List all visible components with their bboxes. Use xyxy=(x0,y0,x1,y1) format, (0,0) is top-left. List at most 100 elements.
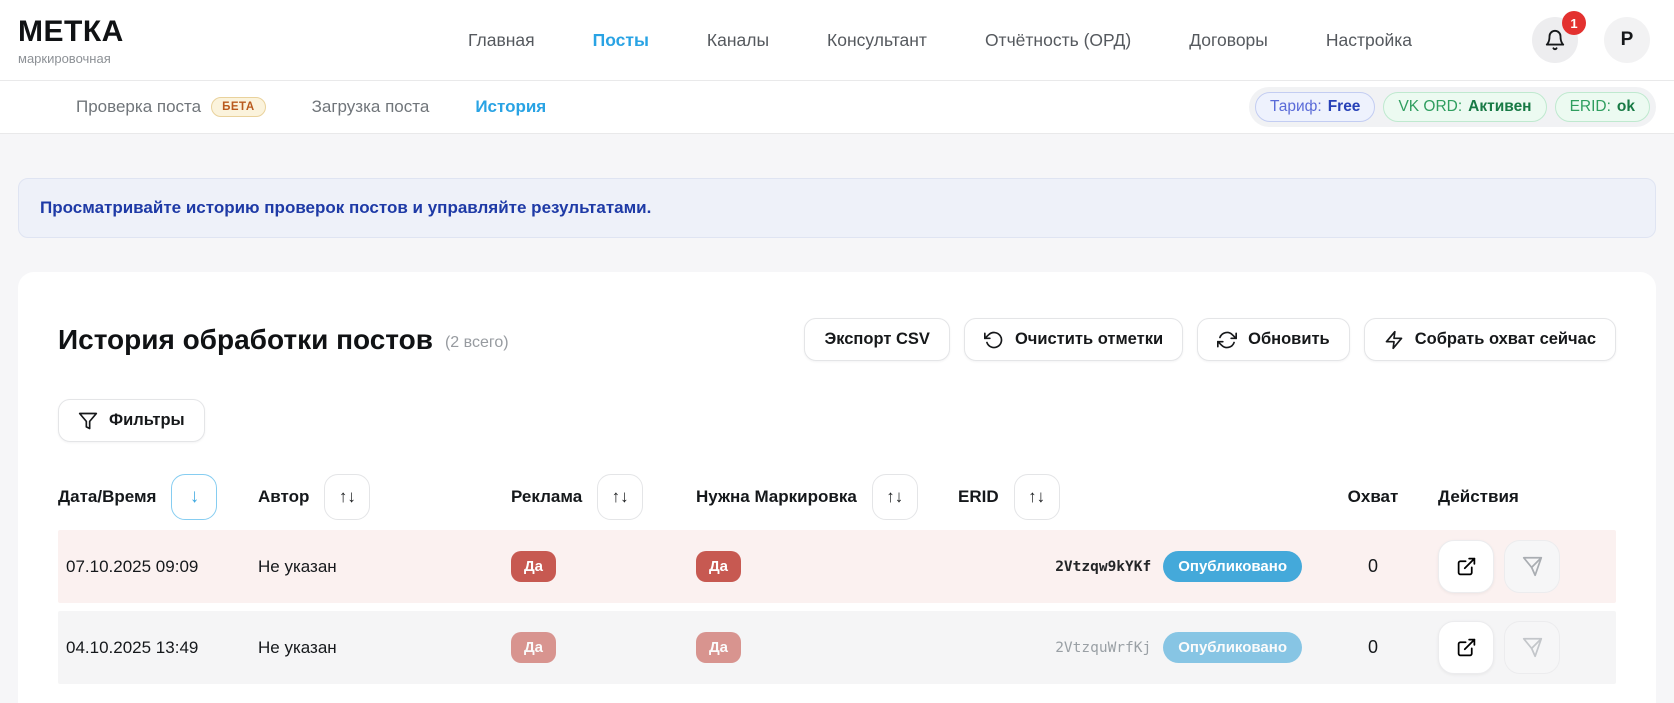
brand-logo[interactable]: МЕТКА маркировочная xyxy=(18,15,218,66)
erid-code: 2Vtzqw9kYKf xyxy=(1055,559,1151,575)
tab-post-upload[interactable]: Загрузка поста xyxy=(312,97,430,117)
table-row[interactable]: 04.10.2025 13:49 Не указан Да Да 2VtzquW… xyxy=(58,611,1616,684)
total-count-note: (2 всего) xyxy=(445,334,509,352)
col-header-actions: Действия xyxy=(1438,487,1616,507)
status-badge: Опубликовано xyxy=(1163,551,1302,582)
col-erid-label: ERID xyxy=(958,487,999,507)
status-pills: Тариф: Free VK ORD: Активен ERID: ok xyxy=(1249,87,1656,127)
filter-icon xyxy=(78,411,98,431)
col-header-ads: Реклама ↑↓ xyxy=(511,474,696,520)
row-author: Не указан xyxy=(258,638,511,658)
avatar[interactable]: P xyxy=(1604,17,1650,63)
sort-button-erid[interactable]: ↑↓ xyxy=(1014,474,1060,520)
bell-icon xyxy=(1544,29,1566,51)
clear-marks-label: Очистить отметки xyxy=(1015,330,1163,349)
tab-post-upload-label: Загрузка поста xyxy=(312,97,430,117)
filters-label: Фильтры xyxy=(109,411,185,430)
vk-ord-pill-value: Активен xyxy=(1468,98,1531,116)
erid-pill-label: ERID: xyxy=(1570,98,1611,116)
nav-item-posts[interactable]: Посты xyxy=(593,30,649,51)
erid-pill: ERID: ok xyxy=(1555,92,1650,122)
nav-item-reporting[interactable]: Отчётность (ОРД) xyxy=(985,30,1131,51)
open-post-button[interactable] xyxy=(1438,621,1494,674)
sort-arrows-icon: ↑↓ xyxy=(612,487,629,507)
row-author: Не указан xyxy=(258,557,511,577)
tariff-pill-label: Тариф: xyxy=(1270,98,1322,116)
send-button[interactable] xyxy=(1504,621,1560,674)
col-reach-label: Охват xyxy=(1348,487,1399,507)
clear-marks-button[interactable]: Очистить отметки xyxy=(964,318,1183,361)
col-header-erid: ERID ↑↓ xyxy=(958,474,1308,520)
tab-post-check-label: Проверка поста xyxy=(76,97,201,117)
table-header-row: Дата/Время ↓ Автор ↑↓ Реклама ↑↓ Нужна М… xyxy=(58,464,1616,530)
arrow-down-icon: ↓ xyxy=(190,486,200,508)
zap-icon xyxy=(1384,330,1404,350)
filters-button[interactable]: Фильтры xyxy=(58,399,205,442)
tab-history[interactable]: История xyxy=(475,97,546,117)
col-actions-label: Действия xyxy=(1438,487,1519,507)
tab-post-check[interactable]: Проверка поста БЕТА xyxy=(76,97,266,117)
page-title: История обработки постов xyxy=(58,324,433,356)
send-button[interactable] xyxy=(1504,540,1560,593)
open-post-button[interactable] xyxy=(1438,540,1494,593)
collect-reach-button[interactable]: Собрать охват сейчас xyxy=(1364,318,1616,361)
col-author-label: Автор xyxy=(258,487,309,507)
vk-ord-pill: VK ORD: Активен xyxy=(1383,92,1546,122)
nav-item-consultant[interactable]: Консультант xyxy=(827,30,927,51)
col-header-author: Автор ↑↓ xyxy=(258,474,511,520)
send-icon xyxy=(1522,556,1543,577)
refresh-label: Обновить xyxy=(1248,330,1330,349)
export-csv-button[interactable]: Экспорт CSV xyxy=(804,318,949,361)
history-table: Дата/Время ↓ Автор ↑↓ Реклама ↑↓ Нужна М… xyxy=(58,464,1616,684)
info-banner: Просматривайте историю проверок постов и… xyxy=(18,178,1656,238)
reach-value: 0 xyxy=(1368,637,1378,658)
sort-arrows-icon: ↑↓ xyxy=(1028,487,1045,507)
export-csv-label: Экспорт CSV xyxy=(824,330,929,349)
col-ads-label: Реклама xyxy=(511,487,582,507)
sub-nav: Проверка поста БЕТА Загрузка поста Истор… xyxy=(0,81,1674,134)
brand-subtitle: маркировочная xyxy=(18,51,218,66)
col-header-datetime: Дата/Время ↓ xyxy=(58,474,258,520)
brand-name: МЕТКА xyxy=(18,15,218,49)
refresh-button[interactable]: Обновить xyxy=(1197,318,1350,361)
nav-item-contracts[interactable]: Договоры xyxy=(1189,30,1268,51)
info-banner-text: Просматривайте историю проверок постов и… xyxy=(40,198,651,218)
nav-item-home[interactable]: Главная xyxy=(468,30,535,51)
ads-badge: Да xyxy=(511,632,556,663)
notifications-button[interactable]: 1 xyxy=(1532,17,1578,63)
notification-count-badge: 1 xyxy=(1562,11,1586,35)
sort-arrows-icon: ↑↓ xyxy=(886,487,903,507)
status-badge: Опубликовано xyxy=(1163,632,1302,663)
erid-pill-value: ok xyxy=(1617,98,1635,116)
external-link-icon xyxy=(1456,556,1477,577)
main-nav: Главная Посты Каналы Консультант Отчётно… xyxy=(468,30,1412,51)
ads-badge: Да xyxy=(511,551,556,582)
tariff-pill: Тариф: Free xyxy=(1255,92,1375,122)
col-header-reach: Охват xyxy=(1308,487,1438,507)
refresh-icon xyxy=(1217,330,1237,350)
history-panel: История обработки постов (2 всего) Экспо… xyxy=(18,272,1656,703)
nav-item-channels[interactable]: Каналы xyxy=(707,30,769,51)
row-datetime: 04.10.2025 13:49 xyxy=(58,638,258,658)
external-link-icon xyxy=(1456,637,1477,658)
vk-ord-pill-label: VK ORD: xyxy=(1398,98,1462,116)
rotate-ccw-icon xyxy=(984,330,1004,350)
nav-item-settings[interactable]: Настройка xyxy=(1326,30,1412,51)
col-datetime-label: Дата/Время xyxy=(58,487,156,507)
table-row[interactable]: 07.10.2025 09:09 Не указан Да Да 2Vtzqw9… xyxy=(58,530,1616,603)
sort-button-ads[interactable]: ↑↓ xyxy=(597,474,643,520)
row-datetime: 07.10.2025 09:09 xyxy=(58,557,258,577)
sort-button-datetime[interactable]: ↓ xyxy=(171,474,217,520)
sort-button-marking[interactable]: ↑↓ xyxy=(872,474,918,520)
reach-value: 0 xyxy=(1368,556,1378,577)
marking-badge: Да xyxy=(696,551,741,582)
beta-badge: БЕТА xyxy=(211,97,266,117)
tariff-pill-value: Free xyxy=(1328,98,1361,116)
top-bar: МЕТКА маркировочная Главная Посты Каналы… xyxy=(0,0,1674,81)
col-header-marking: Нужна Маркировка ↑↓ xyxy=(696,474,958,520)
marking-badge: Да xyxy=(696,632,741,663)
sort-arrows-icon: ↑↓ xyxy=(339,487,356,507)
tab-history-label: История xyxy=(475,97,546,117)
sort-button-author[interactable]: ↑↓ xyxy=(324,474,370,520)
send-icon xyxy=(1522,637,1543,658)
